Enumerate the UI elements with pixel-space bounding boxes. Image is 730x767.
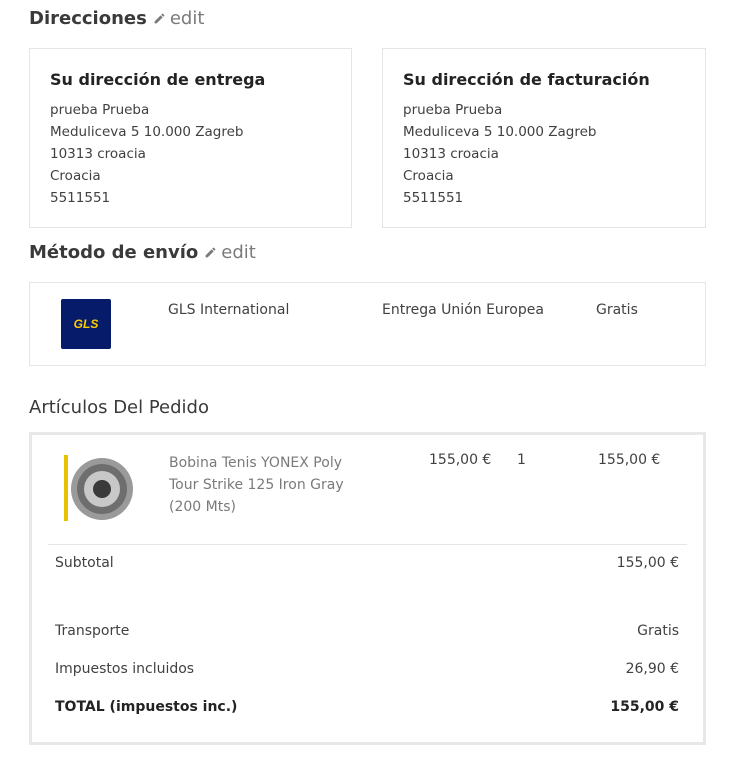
- delivery-address-title: Su dirección de entrega: [50, 70, 266, 89]
- order-summary-card: Bobina Tenis YONEX Poly Tour Strike 125 …: [29, 432, 706, 745]
- carrier-delay: Entrega Unión Europea: [382, 302, 544, 318]
- order-items-header: Artículos Del Pedido: [29, 397, 209, 418]
- gls-logo: GLS: [61, 299, 111, 349]
- billing-address-line: 10313 croacia: [403, 146, 499, 162]
- pencil-icon: [205, 247, 216, 258]
- item-total: 155,00 €: [598, 452, 661, 468]
- subtotal-label: Subtotal: [55, 555, 114, 571]
- subtotal-value: 155,00 €: [616, 555, 679, 571]
- subtotal-row: Subtotal 155,00 €: [55, 555, 679, 571]
- addresses-header: Direcciones edit: [29, 8, 204, 29]
- billing-address-line: prueba Prueba: [403, 102, 503, 118]
- delivery-address-line: Meduliceva 5 10.000 Zagreb: [50, 124, 244, 140]
- addresses-title: Direcciones: [29, 8, 147, 29]
- billing-address-line: 5511551: [403, 190, 464, 206]
- billing-address-card: Su dirección de facturación prueba Prueb…: [382, 48, 706, 228]
- tax-value: 26,90 €: [625, 661, 679, 677]
- delivery-address-line: prueba Prueba: [50, 102, 150, 118]
- total-row: TOTAL (impuestos inc.) 155,00 €: [55, 699, 679, 715]
- total-label: TOTAL (impuestos inc.): [55, 699, 238, 715]
- gls-logo-text: GLS: [73, 317, 99, 331]
- item-unit-price: 155,00 €: [429, 452, 492, 468]
- shipping-title: Método de envío: [29, 242, 199, 263]
- product-name-link[interactable]: Bobina Tenis YONEX Poly Tour Strike 125 …: [169, 452, 369, 518]
- billing-address-line: Croacia: [403, 168, 454, 184]
- addresses-edit-link[interactable]: edit: [153, 8, 205, 29]
- shipping-method-card: GLS GLS International Entrega Unión Euro…: [29, 282, 706, 366]
- carrier-name: GLS International: [168, 302, 290, 318]
- addresses-edit-label: edit: [169, 8, 205, 29]
- divider: [48, 544, 687, 545]
- delivery-address-line: 10313 croacia: [50, 146, 146, 162]
- shipping-cost-label: Transporte: [55, 623, 130, 639]
- shipping-cost-row: Transporte Gratis: [55, 623, 679, 639]
- delivery-address-line: 5511551: [50, 190, 111, 206]
- tax-label: Impuestos incluidos: [55, 661, 195, 677]
- billing-address-line: Meduliceva 5 10.000 Zagreb: [403, 124, 597, 140]
- total-value: 155,00 €: [610, 699, 679, 715]
- delivery-address-card: Su dirección de entrega prueba Prueba Me…: [29, 48, 352, 228]
- carrier-price: Gratis: [596, 302, 638, 318]
- shipping-edit-label: edit: [221, 242, 256, 263]
- billing-address-title: Su dirección de facturación: [403, 70, 650, 89]
- shipping-edit-link[interactable]: edit: [204, 242, 256, 263]
- shipping-header: Método de envío edit: [29, 242, 256, 263]
- shipping-cost-value: Gratis: [637, 623, 679, 639]
- item-quantity: 1: [517, 452, 526, 468]
- product-thumbnail[interactable]: [62, 449, 138, 527]
- delivery-address-line: Croacia: [50, 168, 101, 184]
- tax-row: Impuestos incluidos 26,90 €: [55, 661, 679, 677]
- order-items-title: Artículos Del Pedido: [29, 397, 209, 418]
- pencil-icon: [154, 13, 165, 24]
